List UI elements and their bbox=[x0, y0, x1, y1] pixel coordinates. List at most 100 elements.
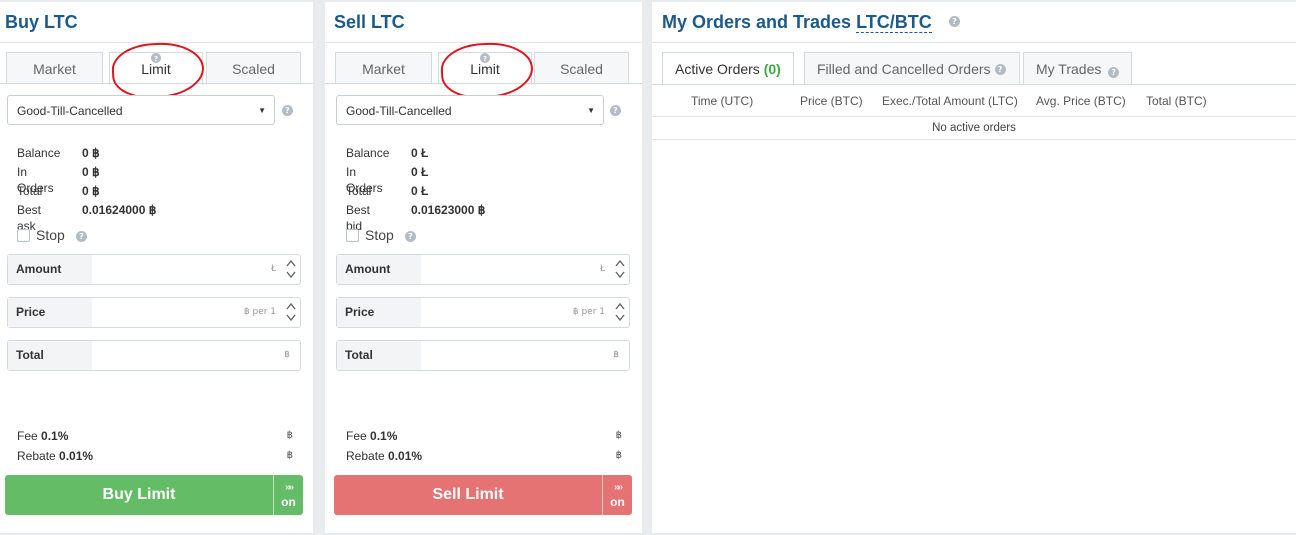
balance-label: Balance bbox=[17, 146, 61, 160]
col-total[interactable]: Total (BTC) bbox=[1146, 85, 1207, 117]
buy-order-tabs: Market ? Limit Scaled bbox=[6, 52, 301, 85]
amount-unit: Ł bbox=[599, 264, 605, 274]
balance-value: 0 Ł bbox=[411, 146, 429, 160]
stepper-icon[interactable] bbox=[286, 301, 296, 323]
caret-down-icon: ▼ bbox=[587, 106, 595, 115]
stop-checkbox[interactable]: Stop bbox=[346, 227, 394, 243]
tab-scaled[interactable]: Scaled bbox=[206, 52, 301, 84]
price-input[interactable]: Price ฿ per 1 bbox=[7, 297, 301, 328]
total-unit: ฿ bbox=[613, 350, 619, 360]
rebate-row: Rebate 0.01% ฿ bbox=[346, 448, 622, 468]
price-label: Price bbox=[8, 298, 92, 327]
post-only-label: on bbox=[610, 495, 625, 509]
fee-row: Fee 0.1% ฿ bbox=[346, 428, 622, 448]
help-icon[interactable]: ? bbox=[282, 105, 293, 116]
tab-active-orders-label: Active Orders bbox=[675, 61, 760, 77]
col-time[interactable]: Time (UTC) bbox=[691, 85, 753, 117]
tab-limit-label: Limit bbox=[141, 61, 171, 77]
order-type-select[interactable]: Good-Till-Cancelled ▼ bbox=[336, 95, 604, 125]
post-only-label: on bbox=[281, 495, 296, 509]
stop-label: Stop bbox=[365, 227, 394, 243]
help-icon[interactable]: ? bbox=[151, 53, 161, 63]
buy-limit-label[interactable]: Buy Limit bbox=[5, 475, 273, 515]
help-icon[interactable]: ? bbox=[994, 64, 1006, 75]
svg-text:?: ? bbox=[483, 55, 487, 63]
help-icon[interactable]: ? bbox=[1108, 67, 1120, 78]
col-avg-price[interactable]: Avg. Price (BTC) bbox=[1036, 85, 1126, 117]
double-chevron-icon: »» bbox=[284, 482, 294, 493]
total-input[interactable]: Total ฿ bbox=[7, 340, 301, 371]
tab-scaled[interactable]: Scaled bbox=[534, 52, 629, 84]
best-ask-value[interactable]: 0.01624000 ฿ bbox=[82, 202, 156, 218]
fee-label: Fee bbox=[346, 429, 367, 443]
divider bbox=[652, 42, 1296, 43]
divider bbox=[0, 42, 313, 43]
price-unit: ฿ per 1 bbox=[243, 307, 276, 317]
rebate-coin: ฿ bbox=[615, 450, 622, 461]
order-type-value: Good-Till-Cancelled bbox=[17, 104, 123, 118]
buy-limit-button[interactable]: Buy Limit »» on bbox=[5, 475, 303, 515]
fee-value: 0.1% bbox=[41, 429, 69, 443]
in-orders-value: 0 Ł bbox=[411, 165, 429, 179]
tab-market[interactable]: Market bbox=[335, 52, 432, 84]
tab-filled-cancelled[interactable]: Filled and Cancelled Orders ? bbox=[804, 52, 1020, 84]
stepper-icon[interactable] bbox=[615, 258, 625, 280]
orders-panel: My Orders and Trades LTC/BTC ? Active Or… bbox=[652, 2, 1296, 533]
stepper-icon[interactable] bbox=[615, 301, 625, 323]
svg-text:?: ? bbox=[154, 55, 158, 63]
fee-info: Fee 0.1% ฿ Rebate 0.01% ฿ bbox=[346, 428, 622, 468]
amount-input[interactable]: Amount Ł bbox=[7, 254, 301, 285]
sell-limit-button[interactable]: Sell Limit »» on bbox=[334, 475, 632, 515]
empty-orders-message: No active orders bbox=[652, 118, 1296, 140]
help-icon[interactable]: ? bbox=[610, 105, 621, 116]
sell-title: Sell LTC bbox=[334, 12, 405, 32]
balance-value: 0 ฿ bbox=[82, 146, 100, 160]
tab-my-trades[interactable]: My Trades ? bbox=[1023, 52, 1133, 84]
help-icon[interactable]: ? bbox=[405, 231, 416, 242]
help-icon[interactable]: ? bbox=[480, 53, 490, 63]
order-type-select[interactable]: Good-Till-Cancelled ▼ bbox=[7, 95, 275, 125]
tab-limit[interactable]: ? Limit bbox=[109, 52, 203, 85]
sell-order-tabs: Market ? Limit Scaled bbox=[335, 52, 630, 85]
rebate-label: Rebate bbox=[346, 449, 385, 463]
divider bbox=[325, 42, 642, 43]
post-only-toggle[interactable]: »» on bbox=[273, 475, 303, 515]
pair-link[interactable]: LTC/BTC bbox=[856, 12, 932, 33]
rebate-value: 0.01% bbox=[388, 449, 423, 463]
rebate-value: 0.01% bbox=[59, 449, 94, 463]
sell-limit-label[interactable]: Sell Limit bbox=[334, 475, 602, 515]
best-bid-value[interactable]: 0.01623000 ฿ bbox=[411, 202, 485, 218]
amount-unit: Ł bbox=[270, 264, 276, 274]
tab-market[interactable]: Market bbox=[6, 52, 103, 84]
total-label: Total bbox=[17, 184, 43, 198]
rebate-label: Rebate bbox=[17, 449, 56, 463]
tab-filled-cancelled-label: Filled and Cancelled Orders bbox=[817, 61, 991, 77]
total-unit: ฿ bbox=[284, 350, 290, 360]
price-unit: ฿ per 1 bbox=[572, 307, 605, 317]
col-price[interactable]: Price (BTC) bbox=[800, 85, 863, 117]
tab-active-orders[interactable]: Active Orders (0) bbox=[662, 52, 794, 85]
tabs-underline bbox=[0, 83, 313, 84]
stop-checkbox[interactable]: Stop bbox=[17, 227, 65, 243]
amount-input[interactable]: Amount Ł bbox=[336, 254, 630, 285]
total-label: Total bbox=[346, 184, 372, 198]
stepper-icon[interactable] bbox=[286, 258, 296, 280]
post-only-toggle[interactable]: »» on bbox=[602, 475, 632, 515]
checkbox-icon[interactable] bbox=[17, 229, 30, 242]
total-input[interactable]: Total ฿ bbox=[336, 340, 630, 371]
help-icon[interactable]: ? bbox=[949, 16, 960, 27]
price-label: Price bbox=[337, 298, 421, 327]
fee-coin: ฿ bbox=[615, 430, 622, 441]
checkbox-icon[interactable] bbox=[346, 229, 359, 242]
help-icon[interactable]: ? bbox=[76, 231, 87, 242]
orders-title: My Orders and Trades LTC/BTC bbox=[662, 12, 932, 33]
orders-title-text: My Orders and Trades bbox=[662, 12, 852, 32]
double-chevron-icon: »» bbox=[613, 482, 623, 493]
price-input[interactable]: Price ฿ per 1 bbox=[336, 297, 630, 328]
balance-label: Balance bbox=[346, 146, 390, 160]
fee-coin: ฿ bbox=[286, 430, 293, 441]
total-field-label: Total bbox=[337, 341, 421, 370]
col-amount[interactable]: Exec./Total Amount (LTC) bbox=[882, 85, 1018, 117]
tab-limit[interactable]: ? Limit bbox=[438, 52, 532, 85]
amount-label: Amount bbox=[8, 255, 92, 284]
